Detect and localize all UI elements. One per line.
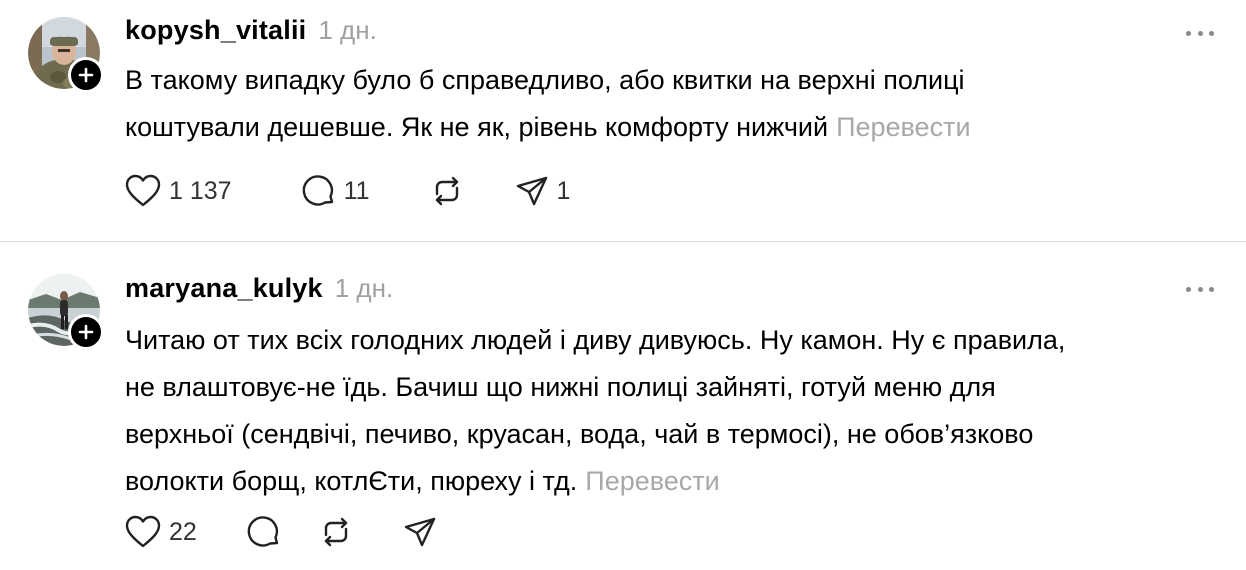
post-header: kopysh_vitalii 1 дн. [125, 15, 377, 46]
username[interactable]: maryana_kulyk [125, 273, 323, 304]
post-text-line: волокти борщ, котлЄти, пюреху і тд. [125, 466, 578, 496]
post-text-line: верхньої (сендвічі, печиво, круасан, вод… [125, 419, 1034, 449]
plus-icon [78, 67, 94, 83]
like-button[interactable]: 22 [125, 515, 197, 549]
like-count: 22 [169, 517, 197, 546]
more-options-button[interactable] [1186, 27, 1214, 39]
repost-icon [324, 517, 348, 547]
post-text-line: коштували дешевше. Як не як, рівень комф… [125, 112, 829, 142]
share-count: 1 [556, 176, 571, 205]
post-text-line: не влаштовує-не їдь. Бачиш що нижні поли… [125, 372, 996, 402]
action-bar: 1 137 11 1 [125, 171, 570, 211]
comment-icon [302, 175, 333, 206]
timestamp[interactable]: 1 дн. [335, 273, 393, 304]
comment-icon [247, 516, 279, 547]
more-options-button[interactable] [1186, 283, 1214, 295]
repost-button[interactable] [430, 174, 464, 208]
repost-icon [435, 176, 458, 206]
share-button[interactable]: 1 [515, 174, 571, 208]
more-icon [1186, 286, 1191, 292]
post-text: В такому випадку було б справедливо, або… [125, 57, 1125, 151]
comment-button[interactable]: 11 [302, 174, 370, 208]
repost-button[interactable] [319, 515, 353, 549]
like-count: 1 137 [169, 176, 232, 205]
follow-button[interactable] [68, 57, 104, 93]
like-button[interactable]: 1 137 [125, 174, 232, 208]
comment-count: 11 [343, 176, 370, 205]
share-button[interactable] [403, 515, 437, 549]
share-icon [404, 517, 436, 547]
post-header: maryana_kulyk 1 дн. [125, 273, 393, 304]
translate-link[interactable]: Перевести [585, 466, 719, 496]
plus-icon [78, 324, 94, 340]
share-icon [516, 176, 547, 206]
username[interactable]: kopysh_vitalii [125, 15, 306, 46]
avatar-container[interactable] [28, 17, 104, 93]
comment-button[interactable] [247, 515, 281, 549]
more-icon [1186, 30, 1191, 36]
follow-button[interactable] [68, 314, 104, 350]
post: maryana_kulyk 1 дн. Читаю от тих всіх го… [0, 243, 1246, 570]
post: kopysh_vitalii 1 дн. В такому випадку бу… [0, 0, 1246, 242]
timestamp[interactable]: 1 дн. [318, 15, 376, 46]
action-bar: 22 [125, 512, 437, 552]
heart-icon [125, 515, 161, 548]
post-text: Читаю от тих всіх голодних людей і диву … [125, 317, 1225, 505]
post-text-line: В такому випадку було б справедливо, або… [125, 65, 965, 95]
avatar-container[interactable] [28, 274, 104, 350]
post-text-line: Читаю от тих всіх голодних людей і диву … [125, 325, 1066, 355]
post-divider [0, 241, 1246, 242]
translate-link[interactable]: Перевести [836, 112, 970, 142]
heart-icon [125, 174, 161, 207]
